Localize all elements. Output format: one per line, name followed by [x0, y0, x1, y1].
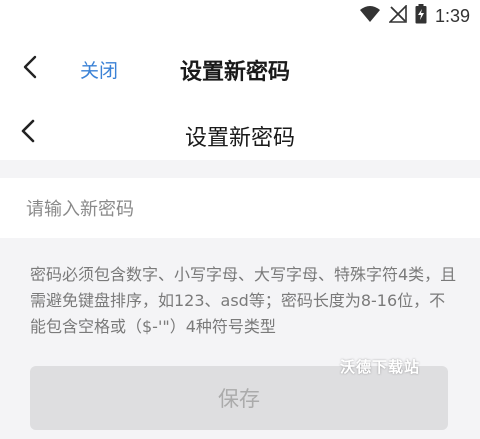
signal-off-icon	[388, 4, 407, 27]
password-rules-text: 密码必须包含数字、小写字母、大写字母、特殊字符4类，且需避免键盘排序，如123、…	[30, 265, 457, 336]
chevron-left-icon[interactable]	[18, 54, 44, 80]
page-header: 设置新密码	[0, 100, 480, 160]
wifi-icon	[359, 5, 381, 27]
watermark: 沃德下载站	[340, 358, 421, 376]
close-link[interactable]: 关闭	[80, 56, 118, 83]
app-title: 设置新密码	[180, 60, 291, 85]
rules-area: 密码必须包含数字、小写字母、大写字母、特殊字符4类，且需避免键盘排序，如123、…	[0, 238, 480, 439]
new-password-input[interactable]	[26, 192, 446, 226]
battery-charging-icon	[415, 4, 427, 28]
password-input-row	[0, 178, 480, 238]
page-title: 设置新密码	[184, 126, 295, 151]
app-header: 关闭 设置新密码	[0, 34, 480, 100]
status-icons: 1:39	[359, 4, 470, 28]
section-divider	[0, 160, 480, 178]
status-bar: 1:39	[0, 0, 480, 34]
status-time: 1:39	[434, 5, 470, 26]
